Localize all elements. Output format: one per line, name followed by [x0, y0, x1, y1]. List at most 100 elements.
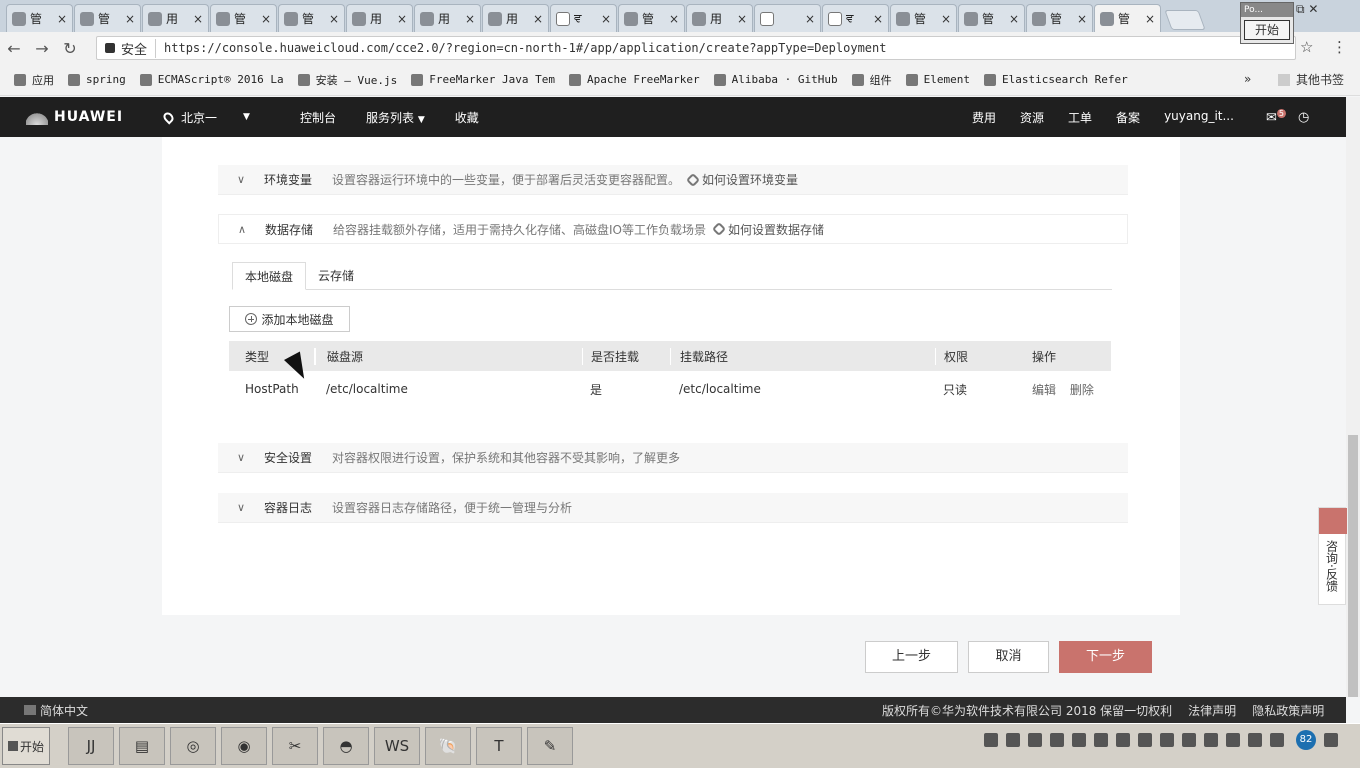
nav-right-item[interactable]: 备案 [1116, 109, 1140, 126]
tray-icon[interactable] [1204, 733, 1218, 747]
nav-right-item[interactable]: 资源 [1020, 109, 1044, 126]
privacy-link[interactable]: 隐私政策声明 [1252, 702, 1324, 719]
tab-cloud-storage[interactable]: 云存储 [306, 262, 366, 289]
feedback-widget[interactable]: 咨询·反馈 [1318, 507, 1347, 605]
close-icon[interactable]: × [805, 12, 815, 26]
bookmark-item[interactable]: 组件 [851, 72, 892, 88]
close-icon[interactable]: × [193, 12, 203, 26]
browser-tab[interactable]: 用 × [346, 4, 413, 32]
browser-tab[interactable]: × [754, 4, 821, 32]
add-local-disk-button[interactable]: 添加本地磁盘 [229, 306, 350, 332]
bookmarks-more-icon[interactable]: » [1244, 72, 1251, 86]
browser-tab[interactable]: ਵ × [822, 4, 889, 32]
close-icon[interactable]: × [125, 12, 135, 26]
scrollbar-thumb[interactable] [1348, 435, 1358, 697]
browser-tab[interactable]: 用 × [142, 4, 209, 32]
taskbar-app-icon[interactable]: T [476, 727, 522, 765]
nav-favorites[interactable]: 收藏 [455, 109, 479, 126]
browser-tab[interactable]: 用 × [414, 4, 481, 32]
tray-icon[interactable] [1138, 733, 1152, 747]
close-icon[interactable]: × [601, 12, 611, 26]
taskbar-app-icon[interactable]: ◎ [170, 727, 216, 765]
tab-local-disk[interactable]: 本地磁盘 [232, 262, 307, 290]
browser-tab[interactable]: 管 × [6, 4, 73, 32]
taskbar-app-icon[interactable]: ◉ [221, 727, 267, 765]
section-container-logs[interactable]: ∨ 容器日志 设置容器日志存储路径，便于统一管理与分析 [218, 493, 1128, 523]
section-env-vars[interactable]: ∨ 环境变量 设置容器运行环境中的一些变量，便于部署后灵活变更容器配置。 如何设… [218, 165, 1128, 195]
close-icon[interactable]: × [57, 12, 67, 26]
tray-icon[interactable] [1160, 733, 1174, 747]
browser-tab[interactable]: ਵ × [550, 4, 617, 32]
taskbar-app-icon[interactable]: ▤ [119, 727, 165, 765]
clock-icon[interactable]: ◷ [1298, 110, 1309, 125]
page-scrollbar[interactable] [1346, 97, 1360, 697]
bookmark-item[interactable]: Alibaba · GitHub [713, 73, 838, 86]
nav-console[interactable]: 控制台 [300, 109, 336, 126]
close-icon[interactable]: × [1077, 12, 1087, 26]
nav-right-item[interactable]: 工单 [1068, 109, 1092, 126]
next-step-button[interactable]: 下一步 [1059, 641, 1152, 673]
browser-tab[interactable]: 管 × [1026, 4, 1093, 32]
tray-icon[interactable] [1226, 733, 1240, 747]
browser-tab[interactable]: 用 × [686, 4, 753, 32]
close-icon[interactable]: × [397, 12, 407, 26]
tray-icon[interactable] [1270, 733, 1284, 747]
close-icon[interactable]: × [1145, 12, 1155, 26]
other-bookmarks[interactable]: 其他书签 [1278, 71, 1344, 88]
popup-start-button[interactable]: 开始 [1244, 20, 1290, 40]
bookmark-item[interactable]: Elasticsearch Refer [983, 73, 1128, 86]
taskbar-app-icon[interactable]: JJ [68, 727, 114, 765]
bookmark-item[interactable]: spring [68, 73, 126, 86]
close-icon[interactable]: × [941, 12, 951, 26]
close-icon[interactable]: × [329, 12, 339, 26]
delete-link[interactable]: 删除 [1070, 383, 1094, 397]
tray-icon[interactable] [1028, 733, 1042, 747]
bookmark-item[interactable]: Element [905, 73, 970, 86]
menu-icon[interactable]: ⋮ [1332, 38, 1347, 56]
huawei-logo[interactable]: HUAWEI [26, 109, 146, 125]
popup-window[interactable]: Po... 开始 [1240, 2, 1294, 44]
forward-icon[interactable]: → [28, 39, 56, 58]
bookmark-item[interactable]: Apache FreeMarker [569, 73, 700, 86]
nav-services[interactable]: 服务列表 ▼ [366, 109, 425, 126]
taskbar-app-icon[interactable]: ✂ [272, 727, 318, 765]
browser-tab[interactable]: 用 × [482, 4, 549, 32]
storage-help-link[interactable]: 如何设置数据存储 [711, 221, 824, 238]
cancel-button[interactable]: 取消 [968, 641, 1049, 673]
region-selector[interactable]: 北京一 ▼ [161, 109, 270, 126]
close-icon[interactable]: × [669, 12, 679, 26]
browser-tab[interactable]: 管 × [618, 4, 685, 32]
bookmark-item[interactable]: FreeMarker Java Tem [411, 73, 555, 86]
tray-icon[interactable] [1006, 733, 1020, 747]
browser-tab[interactable]: 管 × [278, 4, 345, 32]
close-icon[interactable]: × [873, 12, 883, 26]
start-button[interactable]: 开始 [2, 727, 50, 765]
tray-icon[interactable] [1094, 733, 1108, 747]
edit-link[interactable]: 编辑 [1032, 383, 1056, 397]
url-text[interactable]: https://console.huaweicloud.com/cce2.0/?… [164, 41, 886, 55]
tray-icon[interactable] [1248, 733, 1262, 747]
env-help-link[interactable]: 如何设置环境变量 [685, 171, 798, 188]
close-icon[interactable]: × [533, 12, 543, 26]
tray-icon[interactable] [984, 733, 998, 747]
new-tab-button[interactable] [1164, 10, 1206, 30]
close-icon[interactable]: × [1009, 12, 1019, 26]
browser-tab[interactable]: 管 × [958, 4, 1025, 32]
close-icon[interactable]: × [261, 12, 271, 26]
reload-icon[interactable]: ↻ [56, 39, 84, 58]
tray-icon[interactable] [1072, 733, 1086, 747]
bookmark-star-icon[interactable]: ☆ [1300, 38, 1313, 56]
tray-badge[interactable]: 82 [1296, 730, 1316, 750]
browser-tab[interactable]: 管 × [74, 4, 141, 32]
close-icon[interactable]: × [465, 12, 475, 26]
section-data-storage[interactable]: ∧ 数据存储 给容器挂载额外存储，适用于需持久化存储、高磁盘IO等工作负载场景 … [218, 214, 1128, 244]
tray-icon[interactable] [1050, 733, 1064, 747]
taskbar-app-icon[interactable]: 🐚 [425, 727, 471, 765]
close-icon[interactable]: × [737, 12, 747, 26]
tray-icon[interactable] [1182, 733, 1196, 747]
language-selector[interactable]: 简体中文 [24, 702, 88, 719]
monitor-icon[interactable] [1324, 733, 1338, 747]
taskbar-app-icon[interactable]: ◓ [323, 727, 369, 765]
bookmark-item[interactable]: 应用 [14, 72, 54, 88]
legal-link[interactable]: 法律声明 [1188, 702, 1236, 719]
